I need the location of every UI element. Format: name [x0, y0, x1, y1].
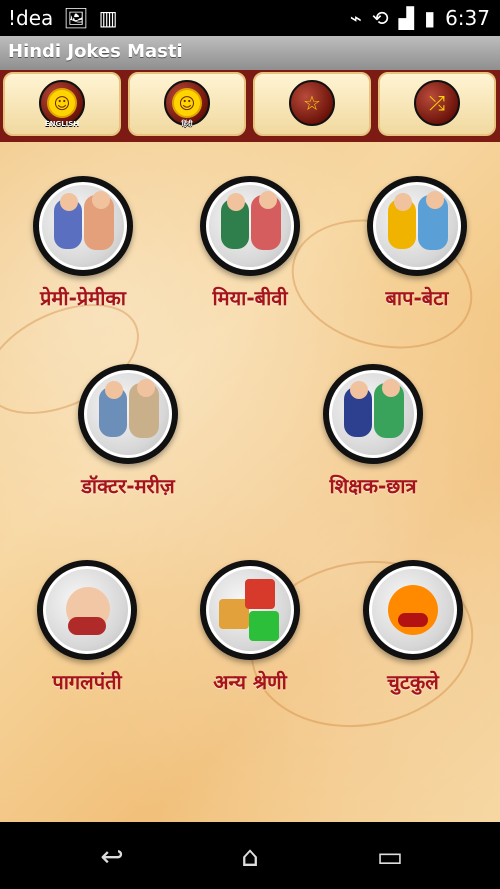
- barcode-icon: ▥: [98, 6, 118, 30]
- category-label: बाप-बेटा: [385, 286, 449, 310]
- category-label: अन्य श्रेणी: [213, 670, 287, 694]
- back-icon[interactable]: ↩: [82, 840, 142, 874]
- favourites-button[interactable]: ☆: [253, 72, 371, 136]
- category-lovers[interactable]: प्रेमी-प्रेमीका: [8, 176, 158, 346]
- illustration: [42, 185, 124, 267]
- recents-icon[interactable]: ▭: [360, 840, 420, 874]
- category-teacher-student[interactable]: शिक्षक-छात्र: [298, 364, 448, 534]
- status-left: !dea 🖼 ▥: [8, 6, 118, 30]
- hindi-button[interactable]: ☺ हिंदी: [128, 72, 246, 136]
- category-label: डॉक्टर-मरीज़: [81, 474, 175, 498]
- husband-wife-illustration-icon: [200, 176, 300, 276]
- shuffle-icon: ⤮: [414, 80, 460, 126]
- category-husband-wife[interactable]: मिया-बीवी: [175, 176, 325, 346]
- category-label: प्रेमी-प्रेमीका: [40, 286, 126, 310]
- hindi-label: हिंदी: [181, 120, 193, 128]
- app-bar: Hindi Jokes Masti: [0, 36, 500, 70]
- star-glyph-icon: ☆: [303, 91, 321, 115]
- smiley-icon: ☺: [172, 88, 202, 118]
- smiley-icon: ☺: [47, 88, 77, 118]
- shuffle-glyph-icon: ⤮: [429, 91, 445, 115]
- teacher-student-illustration-icon: [323, 364, 423, 464]
- battery-icon: ▮: [424, 6, 436, 30]
- navigation-bar: ↩ ⌂ ▭: [0, 822, 500, 889]
- time-text: 6:37: [445, 6, 490, 30]
- category-father-son[interactable]: बाप-बेटा: [342, 176, 492, 346]
- illustration: [209, 185, 291, 267]
- bluetooth-icon: ⌁: [349, 6, 362, 30]
- image-icon: 🖼: [63, 6, 89, 30]
- category-other[interactable]: अन्य श्रेणी: [175, 560, 325, 730]
- shuffle-button[interactable]: ⤮: [378, 72, 496, 136]
- category-crazy[interactable]: पागलपंती: [12, 560, 162, 730]
- category-label: पागलपंती: [52, 670, 122, 694]
- category-label: मिया-बीवी: [212, 286, 288, 310]
- category-label: चुटकुले: [387, 670, 439, 694]
- top-menu: ☺ ENGLISH ☺ हिंदी ☆ ⤮: [0, 70, 500, 142]
- status-bar: !dea 🖼 ▥ ⌁ ⟲ ▟ ▮ 6:37: [0, 0, 500, 36]
- father-son-illustration-icon: [367, 176, 467, 276]
- lovers-illustration-icon: [33, 176, 133, 276]
- laughing-emoji-illustration-icon: [363, 560, 463, 660]
- crazy-face-illustration-icon: [37, 560, 137, 660]
- doctor-patient-illustration-icon: [78, 364, 178, 464]
- star-icon: ☆: [289, 80, 335, 126]
- category-grid: प्रेमी-प्रेमीका मिया-बीवी बाप-बेटा डॉक्ट…: [0, 142, 500, 822]
- illustration: [332, 373, 414, 455]
- illustration: [46, 569, 128, 651]
- category-label: शिक्षक-छात्र: [329, 474, 417, 498]
- status-right: ⌁ ⟲ ▟ ▮ 6:37: [350, 6, 490, 30]
- app-title: Hindi Jokes Masti: [8, 41, 183, 62]
- carrier-text: !dea: [8, 6, 54, 30]
- illustration: [376, 185, 458, 267]
- illustration: [372, 569, 454, 651]
- sync-off-icon: ⟲: [371, 6, 389, 30]
- home-icon[interactable]: ⌂: [220, 840, 280, 874]
- category-jokes[interactable]: चुटकुले: [338, 560, 488, 730]
- illustration: [87, 373, 169, 455]
- boxes-illustration-icon: [200, 560, 300, 660]
- signal-icon: ▟: [398, 6, 415, 30]
- category-doctor-patient[interactable]: डॉक्टर-मरीज़: [53, 364, 203, 534]
- illustration: [209, 569, 291, 651]
- english-button[interactable]: ☺ ENGLISH: [3, 72, 121, 136]
- english-label: ENGLISH: [44, 120, 80, 128]
